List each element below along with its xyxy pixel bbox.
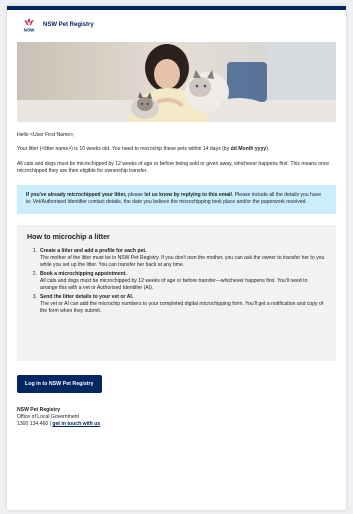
notice-box: If you've already microchipped your litt… bbox=[17, 185, 336, 214]
notice-action: let us know by replying to this email bbox=[144, 192, 232, 199]
howto-section: How to microchip a litter 1. Create a li… bbox=[17, 224, 336, 361]
get-in-touch-link[interactable]: get in touch with us bbox=[52, 421, 100, 427]
footer-phone: 1300 134 460 bbox=[17, 420, 49, 427]
notice-mid: please bbox=[126, 192, 145, 199]
step-title: Create a litter and add a profile for ea… bbox=[40, 247, 147, 254]
login-button[interactable]: Log in to NSW Pet Registry bbox=[17, 374, 102, 393]
logo-text: NSW bbox=[24, 28, 35, 33]
howto-step-3: 3. Send the litter details to your vet o… bbox=[27, 294, 326, 316]
step-number: 2. bbox=[32, 270, 37, 277]
intro-after: ). bbox=[266, 146, 270, 153]
step-title: Book a microchipping appointment. bbox=[40, 270, 127, 277]
intro-date: dd Month yyyy bbox=[230, 146, 267, 153]
footer-dept: Office of Local Government bbox=[17, 413, 79, 420]
howto-title: How to microchip a litter bbox=[27, 232, 110, 241]
step-description: The vet or AI can add the microchip numb… bbox=[40, 300, 324, 315]
rule-text: All cats and dogs must be microchipped b… bbox=[17, 160, 330, 174]
email-card: NSW NSW Pet Registry Hello <User First N… bbox=[7, 6, 346, 510]
email-header: NSW NSW Pet Registry bbox=[17, 10, 336, 40]
howto-step-2: 2. Book a microchipping appointment. All… bbox=[27, 271, 326, 293]
footer-org: NSW Pet Registry bbox=[17, 406, 61, 413]
hero-image bbox=[17, 42, 336, 122]
step-number: 3. bbox=[32, 293, 37, 300]
step-description: The mother of the litter must be in NSW … bbox=[40, 255, 325, 269]
intro-before: Your litter (<litter name>) is 10 weeks … bbox=[17, 146, 231, 153]
step-number: 1. bbox=[32, 247, 37, 254]
greeting-text: Hello <User First Name>, bbox=[17, 132, 75, 138]
notice-lead: If you've already microchipped your litt… bbox=[26, 192, 127, 199]
email-footer: NSW Pet Registry Office of Local Governm… bbox=[17, 407, 336, 428]
email-viewport: NSW NSW Pet Registry Hello <User First N… bbox=[0, 0, 353, 514]
nsw-waratah-logo-icon: NSW bbox=[21, 17, 37, 33]
intro-text: Your litter (<litter name>) is 10 weeks … bbox=[17, 146, 336, 153]
howto-step-1: 1. Create a litter and add a profile for… bbox=[27, 248, 326, 270]
step-title: Send the litter details to your vet or A… bbox=[40, 293, 134, 300]
header-title: NSW Pet Registry bbox=[43, 22, 94, 28]
step-description: All cats and dogs must be microchipped b… bbox=[40, 277, 308, 292]
footer-contact-line: 1300 134 460 | get in touch with us bbox=[17, 421, 336, 428]
